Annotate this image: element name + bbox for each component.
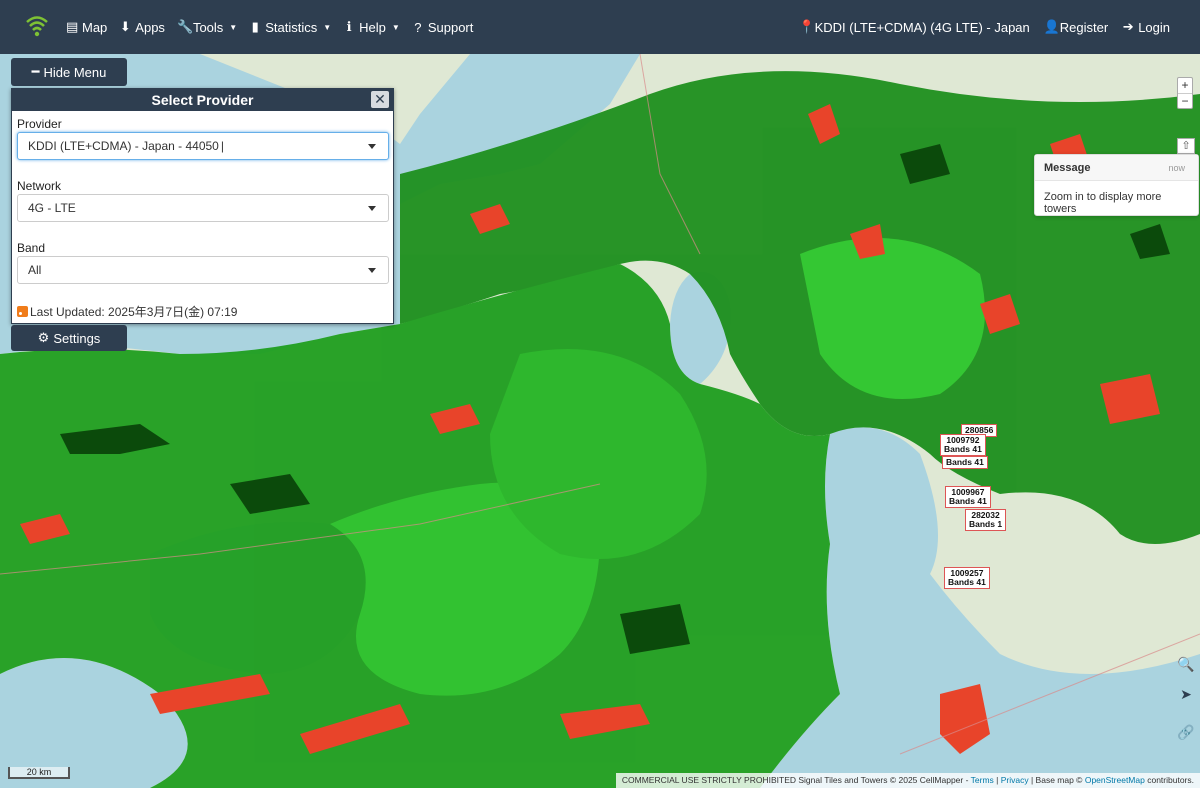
tower-marker[interactable]: 1009792 Bands 41: [940, 434, 986, 456]
nav-apps[interactable]: ⬇ Apps: [119, 19, 165, 35]
text-cursor: |: [220, 139, 224, 153]
provider-value: KDDI (LTE+CDMA) - Japan - 44050: [28, 139, 219, 153]
wifi-signal-icon: [26, 16, 48, 37]
hide-menu-button[interactable]: ━ Hide Menu: [11, 58, 127, 86]
nav-map-label: Map: [82, 19, 108, 35]
tower-bands: Bands 1: [969, 519, 1003, 529]
map-icon: ▤: [66, 19, 79, 34]
register-label: Register: [1059, 19, 1109, 35]
zoom-in-button[interactable]: +: [1178, 78, 1192, 93]
tower-marker[interactable]: Bands 41: [942, 456, 988, 469]
map-marker-icon: 📍: [798, 19, 815, 34]
arrow-up-icon[interactable]: ⇧: [1177, 138, 1195, 154]
chevron-down-icon: ▼: [323, 22, 332, 32]
panel-title: Select Provider: [151, 92, 254, 108]
login-label: Login: [1138, 19, 1170, 35]
nav-menu: ▤ Map ⬇ Apps 🔧 Tools ▼ ▮ Statistics ▼ ℹ …: [66, 19, 473, 35]
contributors-text: contributors.: [1147, 775, 1194, 785]
caret-down-icon: [368, 268, 376, 273]
attribution-text: COMMERCIAL USE STRICTLY PROHIBITED Signa…: [621, 775, 969, 785]
caret-down-icon: [368, 206, 376, 211]
nav-statistics[interactable]: ▮ Statistics ▼: [249, 19, 332, 35]
nav-tools-label: Tools: [192, 19, 224, 35]
tower-bands: Bands 41: [949, 496, 987, 506]
top-navbar: ▤ Map ⬇ Apps 🔧 Tools ▼ ▮ Statistics ▼ ℹ …: [0, 0, 1200, 54]
last-updated-text: Last Updated: 2025年3月7日(金) 07:19: [30, 305, 238, 319]
sign-in-icon: ➔: [1122, 19, 1134, 34]
tower-marker[interactable]: 1009257 Bands 41: [944, 567, 990, 589]
nav-help-label: Help: [359, 19, 386, 35]
basemap-text: Base map ©: [1035, 775, 1083, 785]
map-attribution: COMMERCIAL USE STRICTLY PROHIBITED Signa…: [615, 773, 1200, 788]
login-link[interactable]: ➔ Login: [1122, 19, 1170, 35]
network-label: Network: [17, 179, 62, 193]
info-icon: ℹ: [346, 19, 352, 34]
nav-tools[interactable]: 🔧 Tools ▼: [177, 19, 237, 35]
provider-status-label: KDDI (LTE+CDMA) (4G LTE) - Japan: [814, 19, 1030, 35]
settings-button[interactable]: ⚙ Settings: [11, 325, 127, 351]
bar-chart-icon: ▮: [251, 19, 259, 34]
zoom-control: + −: [1177, 77, 1193, 109]
provider-select[interactable]: KDDI (LTE+CDMA) - Japan - 44050 |: [17, 132, 389, 160]
toast-title: Message: [1044, 161, 1091, 174]
last-updated: Last Updated: 2025年3月7日(金) 07:19: [17, 303, 237, 320]
band-label: Band: [17, 241, 46, 255]
register-link[interactable]: 👤 Register: [1044, 19, 1108, 35]
question-icon: ?: [414, 19, 422, 35]
location-arrow-icon[interactable]: ➤: [1176, 684, 1196, 704]
tower-bands: Bands 41: [946, 457, 984, 467]
nav-support-label: Support: [427, 19, 474, 35]
tower-bands: Bands 41: [944, 444, 982, 454]
nav-map[interactable]: ▤ Map: [66, 19, 107, 35]
rss-icon[interactable]: [17, 306, 28, 317]
download-icon: ⬇: [119, 19, 131, 34]
osm-link[interactable]: OpenStreetMap: [1085, 775, 1145, 785]
search-zoom-icon[interactable]: 🔍: [1176, 654, 1196, 674]
provider-status[interactable]: 📍 KDDI (LTE+CDMA) (4G LTE) - Japan: [799, 19, 1030, 35]
link-icon[interactable]: 🔗: [1176, 722, 1196, 742]
logo[interactable]: [12, 0, 62, 54]
band-select[interactable]: All: [17, 256, 389, 284]
tower-marker[interactable]: 1009967 Bands 41: [945, 486, 991, 508]
tower-bands: Bands 41: [948, 577, 986, 587]
nav-support[interactable]: ? Support: [412, 19, 474, 35]
nav-apps-label: Apps: [135, 19, 165, 35]
hide-menu-label: Hide Menu: [43, 64, 107, 80]
tower-marker[interactable]: 282032 Bands 1: [965, 509, 1007, 531]
toast-time: now: [1168, 162, 1185, 173]
scale-bar: 20 km: [8, 767, 70, 779]
terms-link[interactable]: Terms: [971, 775, 994, 785]
toast-header: Message now: [1035, 155, 1198, 181]
toast-body: Zoom in to display more towers: [1044, 191, 1162, 215]
network-select[interactable]: 4G - LTE: [17, 194, 389, 222]
band-value: All: [28, 263, 42, 277]
network-value: 4G - LTE: [28, 201, 76, 215]
zoom-out-button[interactable]: −: [1178, 93, 1192, 108]
chevron-down-icon: ▼: [391, 22, 400, 32]
nav-help[interactable]: ℹ Help ▼: [343, 19, 400, 35]
panel-header: Select Provider ✕: [12, 89, 393, 111]
select-provider-panel: Select Provider ✕ Provider KDDI (LTE+CDM…: [11, 88, 394, 324]
minus-icon: ━: [31, 64, 40, 79]
caret-down-icon: [368, 144, 376, 149]
nav-statistics-label: Statistics: [265, 19, 318, 35]
close-icon[interactable]: ✕: [371, 91, 389, 108]
settings-label: Settings: [53, 330, 101, 346]
message-toast: Message now Zoom in to display more towe…: [1034, 154, 1199, 216]
nav-right: 📍 KDDI (LTE+CDMA) (4G LTE) - Japan 👤 Reg…: [799, 19, 1170, 35]
wrench-icon: 🔧: [176, 19, 194, 34]
chevron-down-icon: ▼: [229, 22, 238, 32]
gear-icon: ⚙: [37, 330, 50, 345]
provider-label: Provider: [17, 117, 62, 131]
privacy-link[interactable]: Privacy: [1001, 775, 1029, 785]
user-plus-icon: 👤: [1043, 19, 1060, 34]
